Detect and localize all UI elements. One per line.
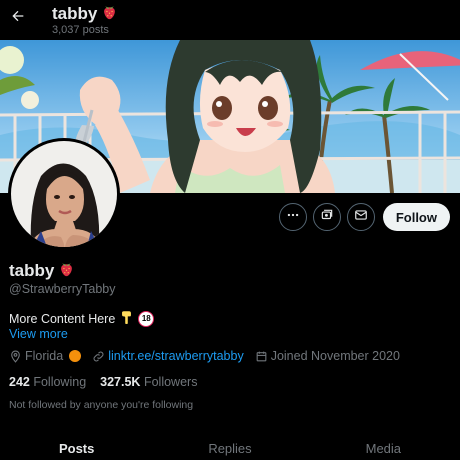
back-button[interactable] <box>6 6 30 30</box>
bio: More Content Here 18 <box>9 310 155 327</box>
strawberry-icon <box>101 3 118 25</box>
follow-stats: 242 Following 327.5K Followers <box>9 375 197 389</box>
link-icon <box>92 350 105 363</box>
calendar-icon <box>255 350 268 363</box>
age-restriction-badge: 18 <box>138 310 155 327</box>
profile-actions: Follow <box>278 203 450 231</box>
profile-page: tabby 3,037 posts Follow tabby @Strawber… <box>0 0 460 460</box>
orange-circle-icon <box>69 350 82 362</box>
website[interactable]: linktr.ee/strawberrytabby <box>92 349 244 363</box>
following-link[interactable]: 242 Following <box>9 375 86 389</box>
bio-text: More Content Here <box>9 311 116 326</box>
location-text: Florida <box>25 349 64 363</box>
tab-media[interactable]: Media <box>307 432 460 460</box>
profile-meta: Florida linktr.ee/strawberrytabby Joined… <box>9 349 411 363</box>
location-pin-icon <box>9 350 22 363</box>
social-context: Not followed by anyone you're following <box>9 399 194 411</box>
following-label: Following <box>33 375 87 389</box>
message-button[interactable] <box>346 203 375 231</box>
more-icon <box>286 208 300 227</box>
pointing-down-hand-icon <box>120 310 133 327</box>
profile-tabs: Posts Replies Media <box>0 432 460 460</box>
website-link[interactable]: linktr.ee/strawberrytabby <box>108 349 243 363</box>
location: Florida <box>9 349 82 363</box>
tab-replies[interactable]: Replies <box>153 432 306 460</box>
avatar[interactable] <box>8 138 120 250</box>
user-handle: @StrawberryTabby <box>9 282 116 296</box>
join-date: Joined November 2020 <box>255 349 400 363</box>
followers-label: Followers <box>143 375 198 389</box>
header-title: tabby <box>52 3 118 25</box>
posts-count: 3,037 posts <box>52 24 109 36</box>
top-bar: tabby 3,037 posts <box>0 0 460 40</box>
followers-count: 327.5K <box>100 375 141 389</box>
arrow-left-icon <box>10 8 26 29</box>
message-icon <box>354 208 368 227</box>
display-name-text: tabby <box>9 261 55 280</box>
join-date-text: Joined November 2020 <box>270 349 400 363</box>
follow-button[interactable]: Follow <box>382 203 450 231</box>
display-name: tabby <box>9 260 75 282</box>
tab-posts[interactable]: Posts <box>0 432 153 460</box>
view-more-link[interactable]: View more <box>9 327 68 341</box>
more-button[interactable] <box>278 203 307 231</box>
following-count: 242 <box>9 375 30 389</box>
strawberry-icon <box>58 260 75 282</box>
header-name: tabby <box>52 4 98 23</box>
followers-link[interactable]: 327.5K Followers <box>100 375 197 389</box>
subscribe-button[interactable] <box>312 203 341 231</box>
subscribe-icon <box>320 208 334 227</box>
avatar-image <box>11 141 117 247</box>
